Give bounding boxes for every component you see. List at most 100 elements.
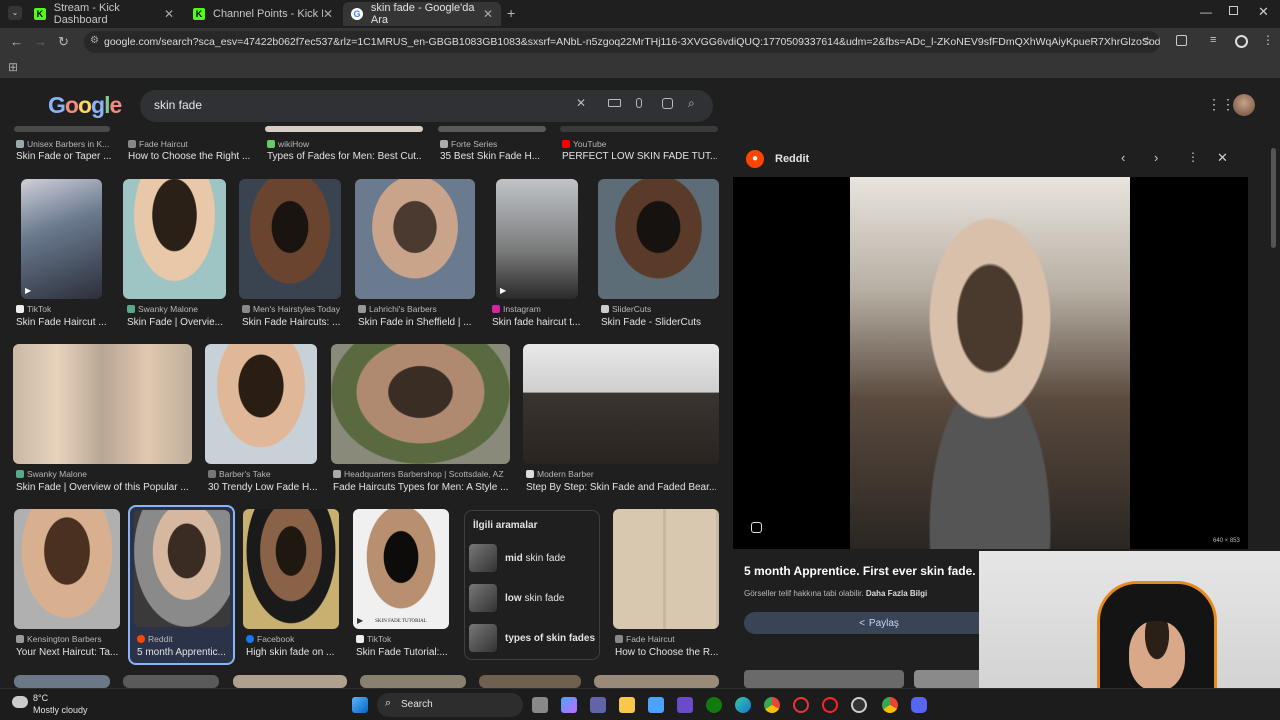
obs-icon[interactable] xyxy=(851,697,867,713)
image-result[interactable] xyxy=(355,179,475,299)
lens-search-icon[interactable] xyxy=(751,522,762,533)
result-title[interactable]: 30 Trendy Low Fade H... xyxy=(208,482,318,493)
result-title[interactable]: Fade Haircuts Types for Men: A Style ... xyxy=(333,482,511,493)
tab-stream[interactable]: K Stream - Kick Dashboard ✕ xyxy=(26,2,182,26)
image-result[interactable] xyxy=(14,509,120,629)
file-explorer-icon[interactable] xyxy=(619,697,635,713)
image-result[interactable] xyxy=(438,126,546,132)
result-title[interactable]: Skin Fade Haircuts: ... xyxy=(242,317,342,328)
close-icon[interactable]: ✕ xyxy=(164,7,174,21)
image-result[interactable]: ▶ xyxy=(496,179,578,299)
chrome-active-icon[interactable] xyxy=(882,697,898,713)
restore-icon[interactable] xyxy=(1229,6,1238,15)
window-close-icon[interactable]: ✕ xyxy=(1258,4,1269,20)
preview-title[interactable]: 5 month Apprentice. First ever skin fade… xyxy=(744,564,1000,578)
tab-search-icon[interactable]: ⌄ xyxy=(8,6,22,20)
image-result[interactable] xyxy=(479,675,581,688)
weather-temp[interactable]: 8°C xyxy=(33,693,48,703)
reload-icon[interactable]: ↻ xyxy=(58,34,69,50)
image-result[interactable]: SKIN FADE TUTORIAL ▶ xyxy=(353,509,449,629)
tab-channel-points[interactable]: K Channel Points - Kick Dashboard ✕ xyxy=(185,2,341,26)
image-result[interactable] xyxy=(331,344,510,464)
learn-more-link[interactable]: Daha Fazla Bilgi xyxy=(866,589,927,598)
related-image[interactable] xyxy=(914,670,984,688)
image-result[interactable] xyxy=(123,179,226,299)
extensions-icon[interactable] xyxy=(1176,35,1187,46)
mic-icon[interactable] xyxy=(636,98,642,108)
media-icon[interactable]: ≡ xyxy=(1210,34,1216,46)
result-title[interactable]: Step By Step: Skin Fade and Faded Bear..… xyxy=(526,482,716,493)
next-icon[interactable]: › xyxy=(1154,150,1158,165)
image-result[interactable] xyxy=(123,675,219,688)
address-bar[interactable]: ⚙ google.com/search?sca_esv=47422b062f7e… xyxy=(84,31,1160,53)
image-result[interactable] xyxy=(613,509,719,629)
result-title[interactable]: Skin Fade | Overvie... xyxy=(127,317,225,328)
account-avatar[interactable] xyxy=(1233,94,1255,116)
opera-icon[interactable] xyxy=(822,697,838,713)
image-result[interactable] xyxy=(233,675,347,688)
opera-gx-icon[interactable] xyxy=(793,697,809,713)
apps-icon[interactable]: ⊞ xyxy=(8,60,18,74)
image-result[interactable] xyxy=(14,675,110,688)
search-input[interactable]: skin fade xyxy=(140,90,713,122)
back-icon[interactable]: ← xyxy=(10,34,23,49)
result-title[interactable]: Types of Fades for Men: Best Cut... xyxy=(267,151,422,162)
lens-icon[interactable] xyxy=(662,98,673,109)
scrollbar[interactable] xyxy=(1271,148,1276,248)
result-title[interactable]: PERFECT LOW SKIN FADE TUT... xyxy=(562,151,717,162)
image-result[interactable] xyxy=(265,126,423,132)
tab-skin-fade[interactable]: G skin fade - Google'da Ara ✕ xyxy=(343,2,501,26)
image-result[interactable] xyxy=(523,344,719,464)
minimize-icon[interactable]: — xyxy=(1200,5,1212,19)
share-button[interactable]: < Paylaş xyxy=(744,612,1014,634)
edge-icon[interactable] xyxy=(735,697,751,713)
apps-grid-icon[interactable]: ⋮⋮ xyxy=(1207,96,1235,113)
keyboard-icon[interactable] xyxy=(608,99,621,107)
image-result[interactable] xyxy=(243,509,339,629)
image-result[interactable] xyxy=(205,344,317,464)
chrome-icon[interactable] xyxy=(764,697,780,713)
image-result[interactable] xyxy=(594,675,719,688)
result-title[interactable]: Your Next Haircut: Ta... xyxy=(16,647,120,658)
search-icon[interactable]: ⌕ xyxy=(688,96,695,111)
related-item[interactable]: low skin fade xyxy=(469,584,564,612)
image-result[interactable] xyxy=(13,344,192,464)
app-icon[interactable] xyxy=(677,697,693,713)
result-title[interactable]: Skin Fade Tutorial:... xyxy=(356,647,449,658)
result-title[interactable]: High skin fade on ... xyxy=(246,647,340,658)
result-title[interactable]: Skin Fade | Overview of this Popular ... xyxy=(16,482,192,493)
result-title[interactable]: 5 month Apprentic... xyxy=(137,647,229,658)
preview-image[interactable] xyxy=(850,177,1130,549)
image-result[interactable] xyxy=(239,179,341,299)
result-title[interactable]: 35 Best Skin Fade H... xyxy=(440,151,552,162)
image-result[interactable] xyxy=(560,126,718,132)
site-info-icon[interactable]: ⚙ xyxy=(90,35,99,46)
taskbar-search[interactable]: ⌕ Search xyxy=(377,693,523,717)
image-result[interactable] xyxy=(360,675,466,688)
xbox-icon[interactable] xyxy=(706,697,722,713)
related-item[interactable]: mid skin fade xyxy=(469,544,566,572)
related-image[interactable] xyxy=(744,670,904,688)
profile-icon[interactable] xyxy=(1235,35,1248,48)
clear-icon[interactable]: ✕ xyxy=(576,96,586,110)
image-result[interactable] xyxy=(14,126,110,132)
panel-source[interactable]: Reddit xyxy=(775,153,809,165)
start-icon[interactable] xyxy=(352,697,368,713)
copilot-icon[interactable] xyxy=(561,697,577,713)
result-title[interactable]: How to Choose the Right ... xyxy=(128,151,250,162)
prev-icon[interactable]: ‹ xyxy=(1121,150,1125,165)
forward-icon[interactable]: → xyxy=(34,34,47,49)
store-icon[interactable] xyxy=(648,697,664,713)
image-result[interactable] xyxy=(134,510,230,627)
new-tab-icon[interactable]: + xyxy=(507,5,515,21)
result-title[interactable]: Skin Fade Haircut ... xyxy=(16,317,120,328)
close-panel-icon[interactable]: ✕ xyxy=(1217,150,1228,166)
bookmark-star-icon[interactable]: ☆ xyxy=(1142,34,1153,48)
more-icon[interactable]: ⋮ xyxy=(1187,150,1199,164)
close-icon[interactable]: ✕ xyxy=(323,7,333,21)
result-title[interactable]: Skin Fade or Taper ... xyxy=(16,151,126,162)
menu-icon[interactable]: ⋮ xyxy=(1262,33,1274,47)
result-title[interactable]: How to Choose the R... xyxy=(615,647,719,658)
result-title[interactable]: Skin Fade in Sheffield | ... xyxy=(358,317,473,328)
teams-icon[interactable] xyxy=(590,697,606,713)
